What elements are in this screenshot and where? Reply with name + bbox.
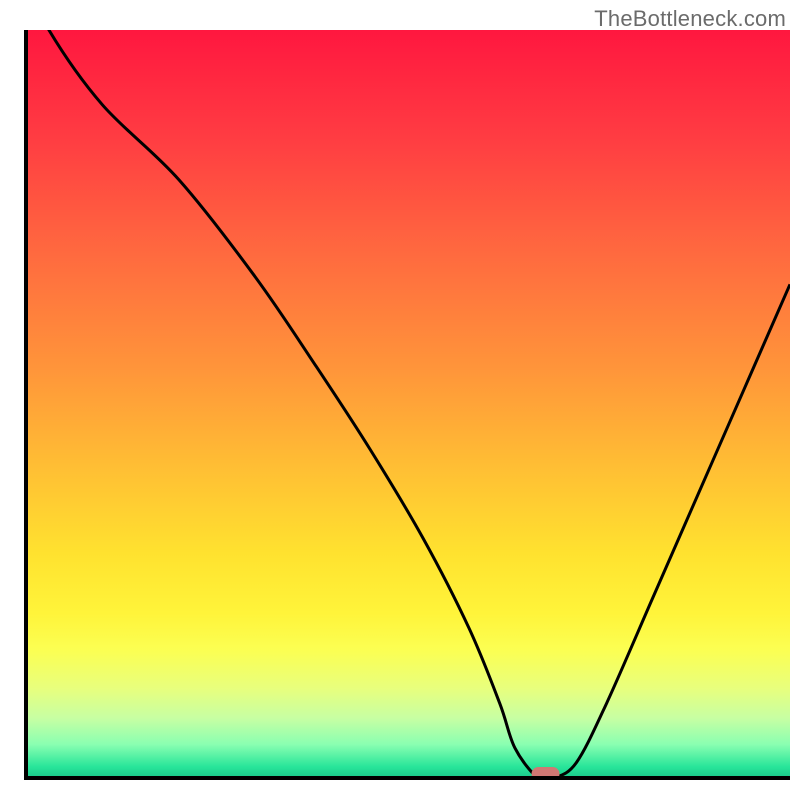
watermark-text: TheBottleneck.com — [594, 6, 786, 32]
bottleneck-chart: TheBottleneck.com — [0, 0, 800, 800]
chart-svg — [0, 0, 800, 800]
plot-area — [26, 0, 790, 781]
